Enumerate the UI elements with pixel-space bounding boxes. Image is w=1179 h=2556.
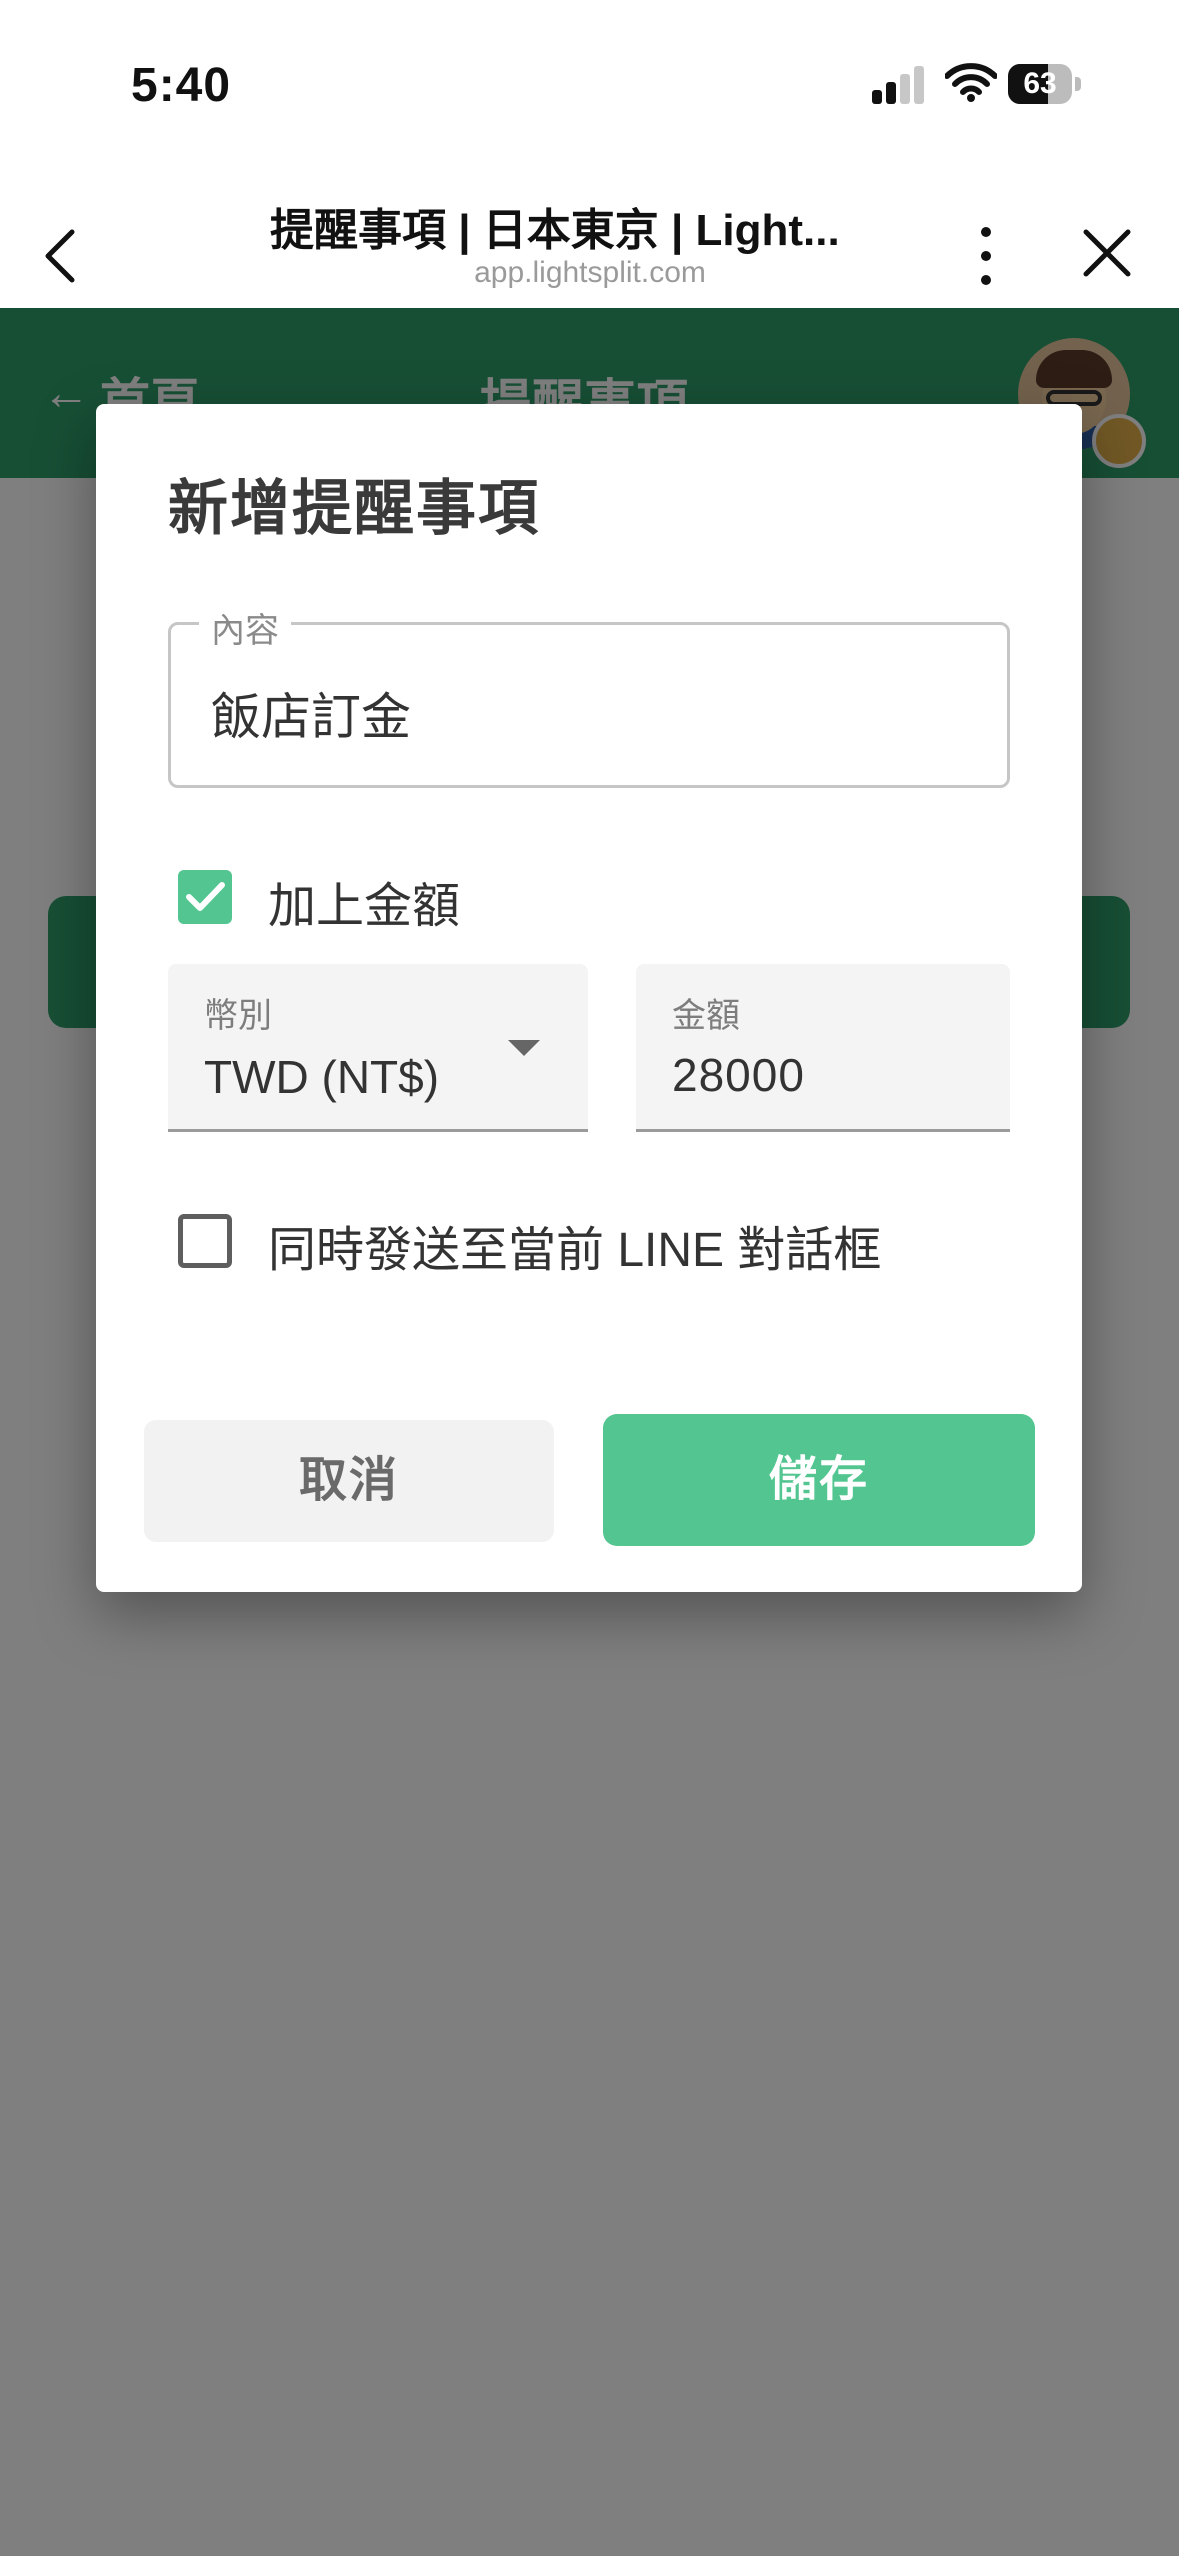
amount-label: 金額 <box>672 997 740 1035</box>
battery-percent: 63 <box>1023 67 1057 100</box>
dialog-title: 新增提醒事項 <box>168 475 540 542</box>
add-amount-checkbox[interactable] <box>178 870 232 924</box>
amount-value[interactable]: 28000 <box>672 1048 805 1102</box>
currency-label: 幣別 <box>204 997 272 1035</box>
dropdown-arrow-icon <box>508 1040 540 1056</box>
status-time: 5:40 <box>131 59 232 112</box>
browser-url: app.lightsplit.com <box>474 256 706 289</box>
currency-value: TWD (NT$) <box>204 1051 440 1103</box>
close-icon[interactable] <box>1078 218 1136 288</box>
wifi-icon <box>945 63 997 102</box>
back-chevron-icon[interactable] <box>34 210 90 296</box>
browser-page-title: 提醒事項 | 日本東京 | Light... <box>270 206 840 255</box>
browser-bar: 提醒事項 | 日本東京 | Light... app.lightsplit.co… <box>0 160 1179 308</box>
cellular-signal-icon <box>872 64 928 104</box>
amount-input[interactable]: 金額 28000 <box>636 964 1010 1132</box>
currency-select[interactable]: 幣別 TWD (NT$) <box>168 964 588 1132</box>
send-line-label[interactable]: 同時發送至當前 LINE 對話框 <box>268 1210 881 1280</box>
send-line-checkbox[interactable] <box>178 1214 232 1268</box>
more-options-icon[interactable] <box>966 210 1006 300</box>
status-bar: 5:40 63 <box>0 0 1179 160</box>
content-field-value[interactable]: 飯店訂金 <box>211 677 411 749</box>
add-amount-label[interactable]: 加上金額 <box>268 866 460 936</box>
content-field[interactable]: 內容 飯店訂金 <box>168 603 1010 788</box>
save-button[interactable]: 儲存 <box>603 1414 1035 1546</box>
content-field-label: 內容 <box>199 603 291 652</box>
check-icon <box>186 882 225 911</box>
battery-icon: 63 <box>1008 64 1082 104</box>
add-reminder-dialog: 新增提醒事項 內容 飯店訂金 加上金額 幣別 TWD (NT$) 金額 2800… <box>96 404 1082 1592</box>
cancel-button[interactable]: 取消 <box>144 1420 554 1542</box>
